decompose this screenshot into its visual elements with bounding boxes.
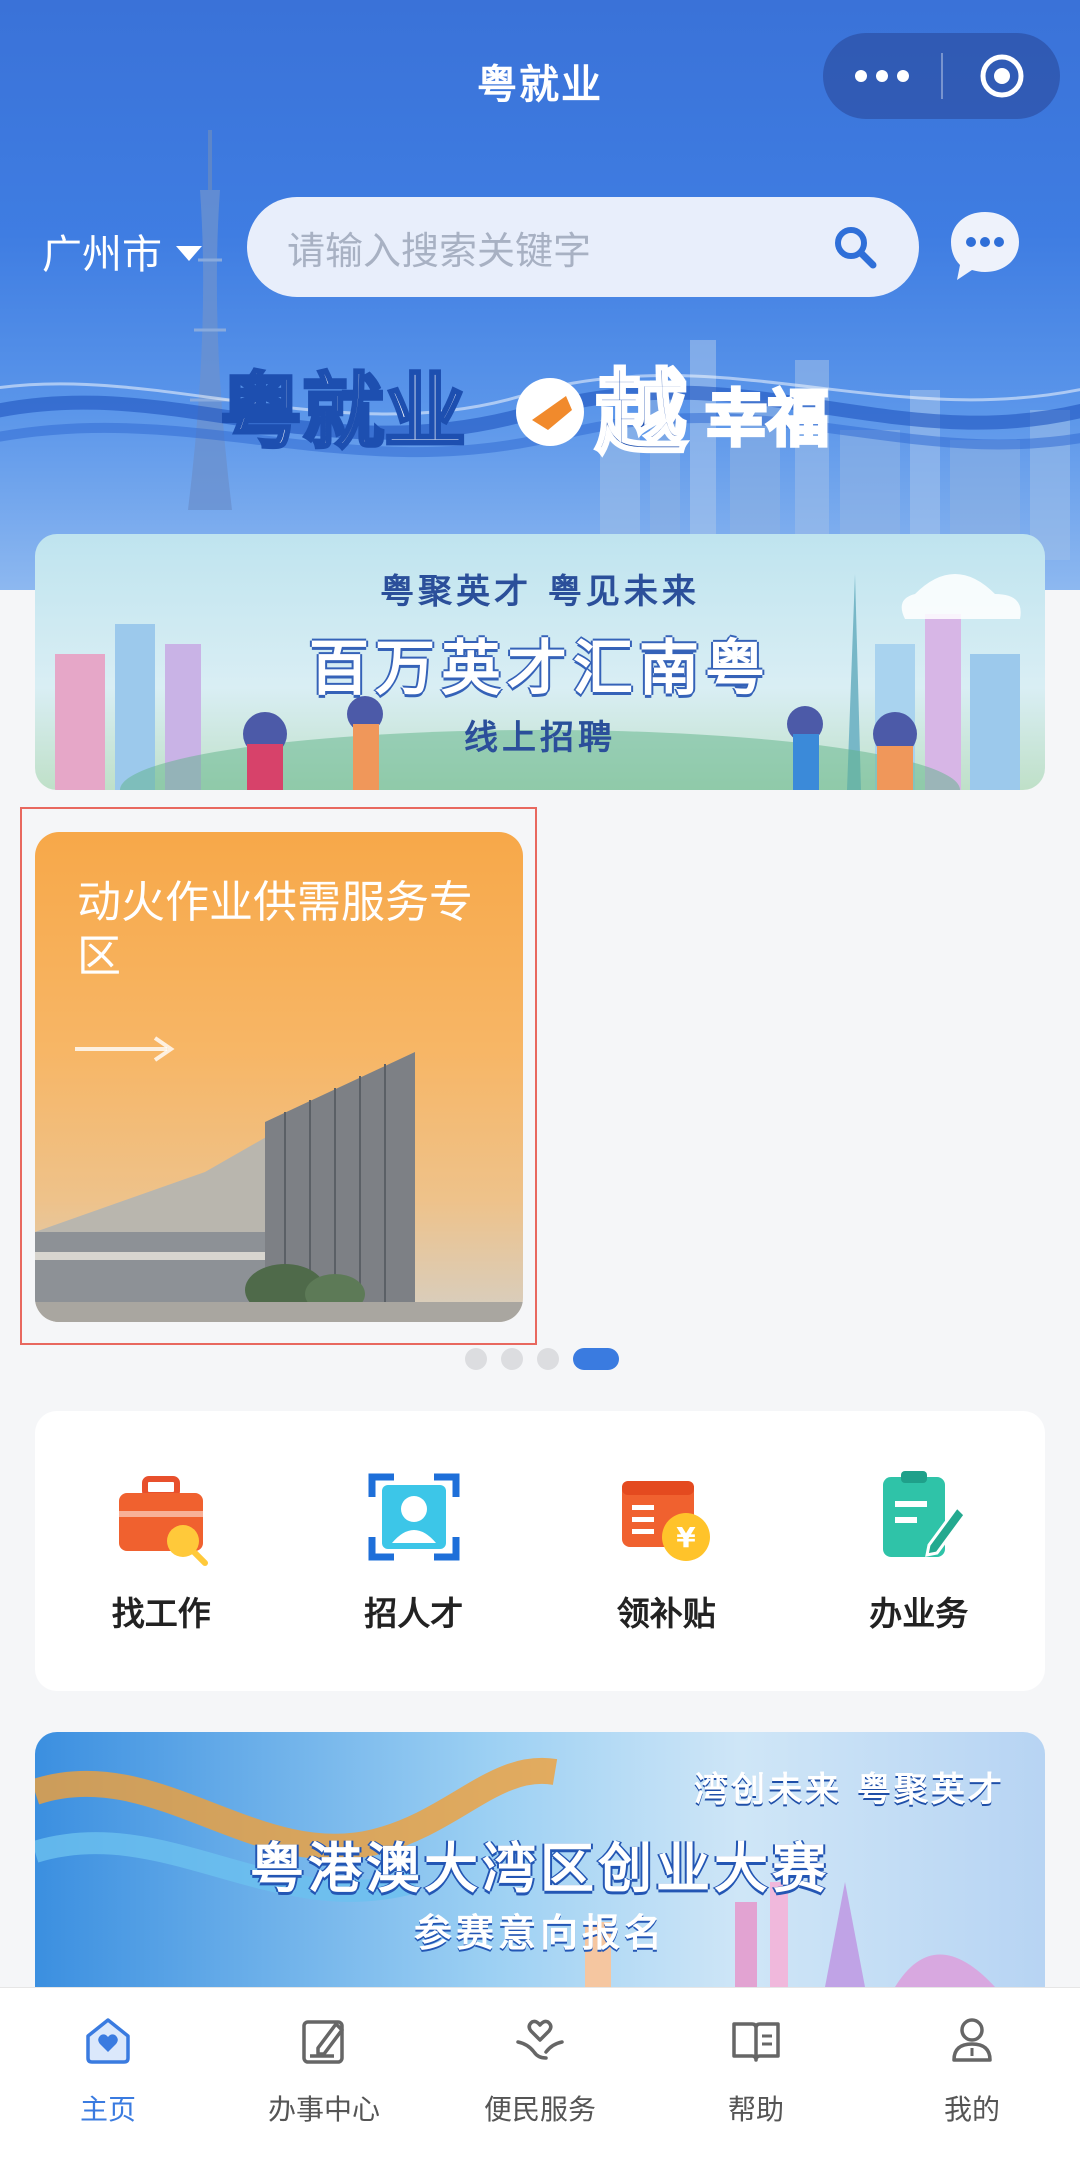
tab-label: 主页: [79, 2093, 136, 2126]
tab-label: 办事中心: [267, 2093, 380, 2126]
home-heart-icon: [86, 2018, 130, 2064]
handle-business-button[interactable]: 办业务: [793, 1411, 1046, 1691]
person-scan-icon: [368, 1473, 460, 1561]
hot-work-service-card[interactable]: 动火作业供需服务专区: [35, 832, 523, 1322]
logo-text-1: 粤就业: [220, 364, 466, 460]
tab-help[interactable]: 帮助: [648, 1988, 864, 2174]
open-book-icon: [732, 2022, 780, 2062]
tab-label: 帮助: [727, 2093, 784, 2126]
logo-text-3: 幸福: [705, 382, 829, 455]
document-edit-icon: [882, 1471, 967, 1557]
more-dots-icon[interactable]: [823, 33, 941, 119]
recruitment-banner[interactable]: 粤聚英才 粤见未来 百万英才汇南粤 线上招聘: [35, 534, 1045, 790]
tab-home[interactable]: 主页: [0, 1988, 216, 2174]
quick-actions-panel: 找工作 招人才 ¥ 领补贴 办业务: [35, 1411, 1045, 1691]
search-placeholder: 请输入搜索关键字: [287, 228, 592, 273]
hero-header: 粤就业 广州市 请输入搜索关键字 粤就业 越 幸福: [0, 0, 1080, 590]
subsidy-coin-icon: ¥: [622, 1481, 711, 1561]
action-label: 办业务: [869, 1594, 969, 1633]
user-icon: [952, 2018, 992, 2062]
city-selector[interactable]: 广州市: [42, 222, 202, 280]
pager-dot[interactable]: [501, 1348, 523, 1370]
target-circle-icon[interactable]: [943, 33, 1060, 119]
tab-service-center[interactable]: 办事中心: [216, 1988, 432, 2174]
banner2-title: 粤港澳大湾区创业大赛: [250, 1837, 830, 1900]
bottom-tab-bar: 主页 办事中心 便民服务 帮助 我的: [0, 1987, 1080, 2174]
chat-bubble-icon[interactable]: [947, 208, 1023, 284]
find-job-button[interactable]: 找工作: [35, 1411, 288, 1691]
building-graphic: [35, 1052, 523, 1322]
tab-profile[interactable]: 我的: [864, 1988, 1080, 2174]
action-label: 领补贴: [616, 1594, 716, 1633]
banner-tagline: 线上招聘: [464, 718, 616, 758]
miniprogram-capsule: [823, 33, 1060, 119]
carousel-pager: [465, 1348, 619, 1370]
pager-dot[interactable]: [465, 1348, 487, 1370]
heart-hands-icon: [516, 2019, 564, 2060]
tab-label: 便民服务: [483, 2093, 596, 2126]
banner2-subtitle: 湾创未来 粤聚英才: [694, 1770, 1005, 1810]
action-label: 找工作: [111, 1594, 211, 1633]
action-label: 招人才: [364, 1594, 464, 1633]
brand-logo-graphic: 粤就业 越 幸福: [220, 358, 831, 469]
logo-text-2: 越: [595, 359, 688, 467]
recruit-talent-button[interactable]: 招人才: [288, 1411, 541, 1691]
briefcase-icon: [119, 1476, 209, 1566]
card-title: 动火作业供需服务专区: [77, 877, 473, 982]
svg-text:¥: ¥: [677, 1521, 697, 1554]
city-label: 广州市: [42, 232, 162, 278]
banner-subtitle: 粤聚英才 粤见未来: [380, 572, 700, 612]
pager-dot[interactable]: [537, 1348, 559, 1370]
pager-dot-active[interactable]: [573, 1348, 619, 1370]
banner-title: 百万英才汇南粤: [309, 634, 771, 704]
caret-down-icon: [176, 245, 202, 261]
search-icon[interactable]: [831, 223, 879, 271]
tab-label: 我的: [943, 2093, 1000, 2126]
claim-subsidy-button[interactable]: ¥ 领补贴: [540, 1411, 793, 1691]
app-page: 粤就业 广州市 请输入搜索关键字 粤就业 越 幸福 粤聚英才 粤见未来 百万英才…: [0, 0, 1080, 2174]
search-bar[interactable]: 请输入搜索关键字: [247, 197, 919, 297]
tab-public-service[interactable]: 便民服务: [432, 1988, 648, 2174]
entrepreneurship-banner[interactable]: 湾创未来 粤聚英才 粤港澳大湾区创业大赛 参赛意向报名: [35, 1732, 1045, 1987]
edit-square-icon: [302, 2020, 344, 2064]
banner2-tagline: 参赛意向报名: [413, 1911, 666, 1955]
